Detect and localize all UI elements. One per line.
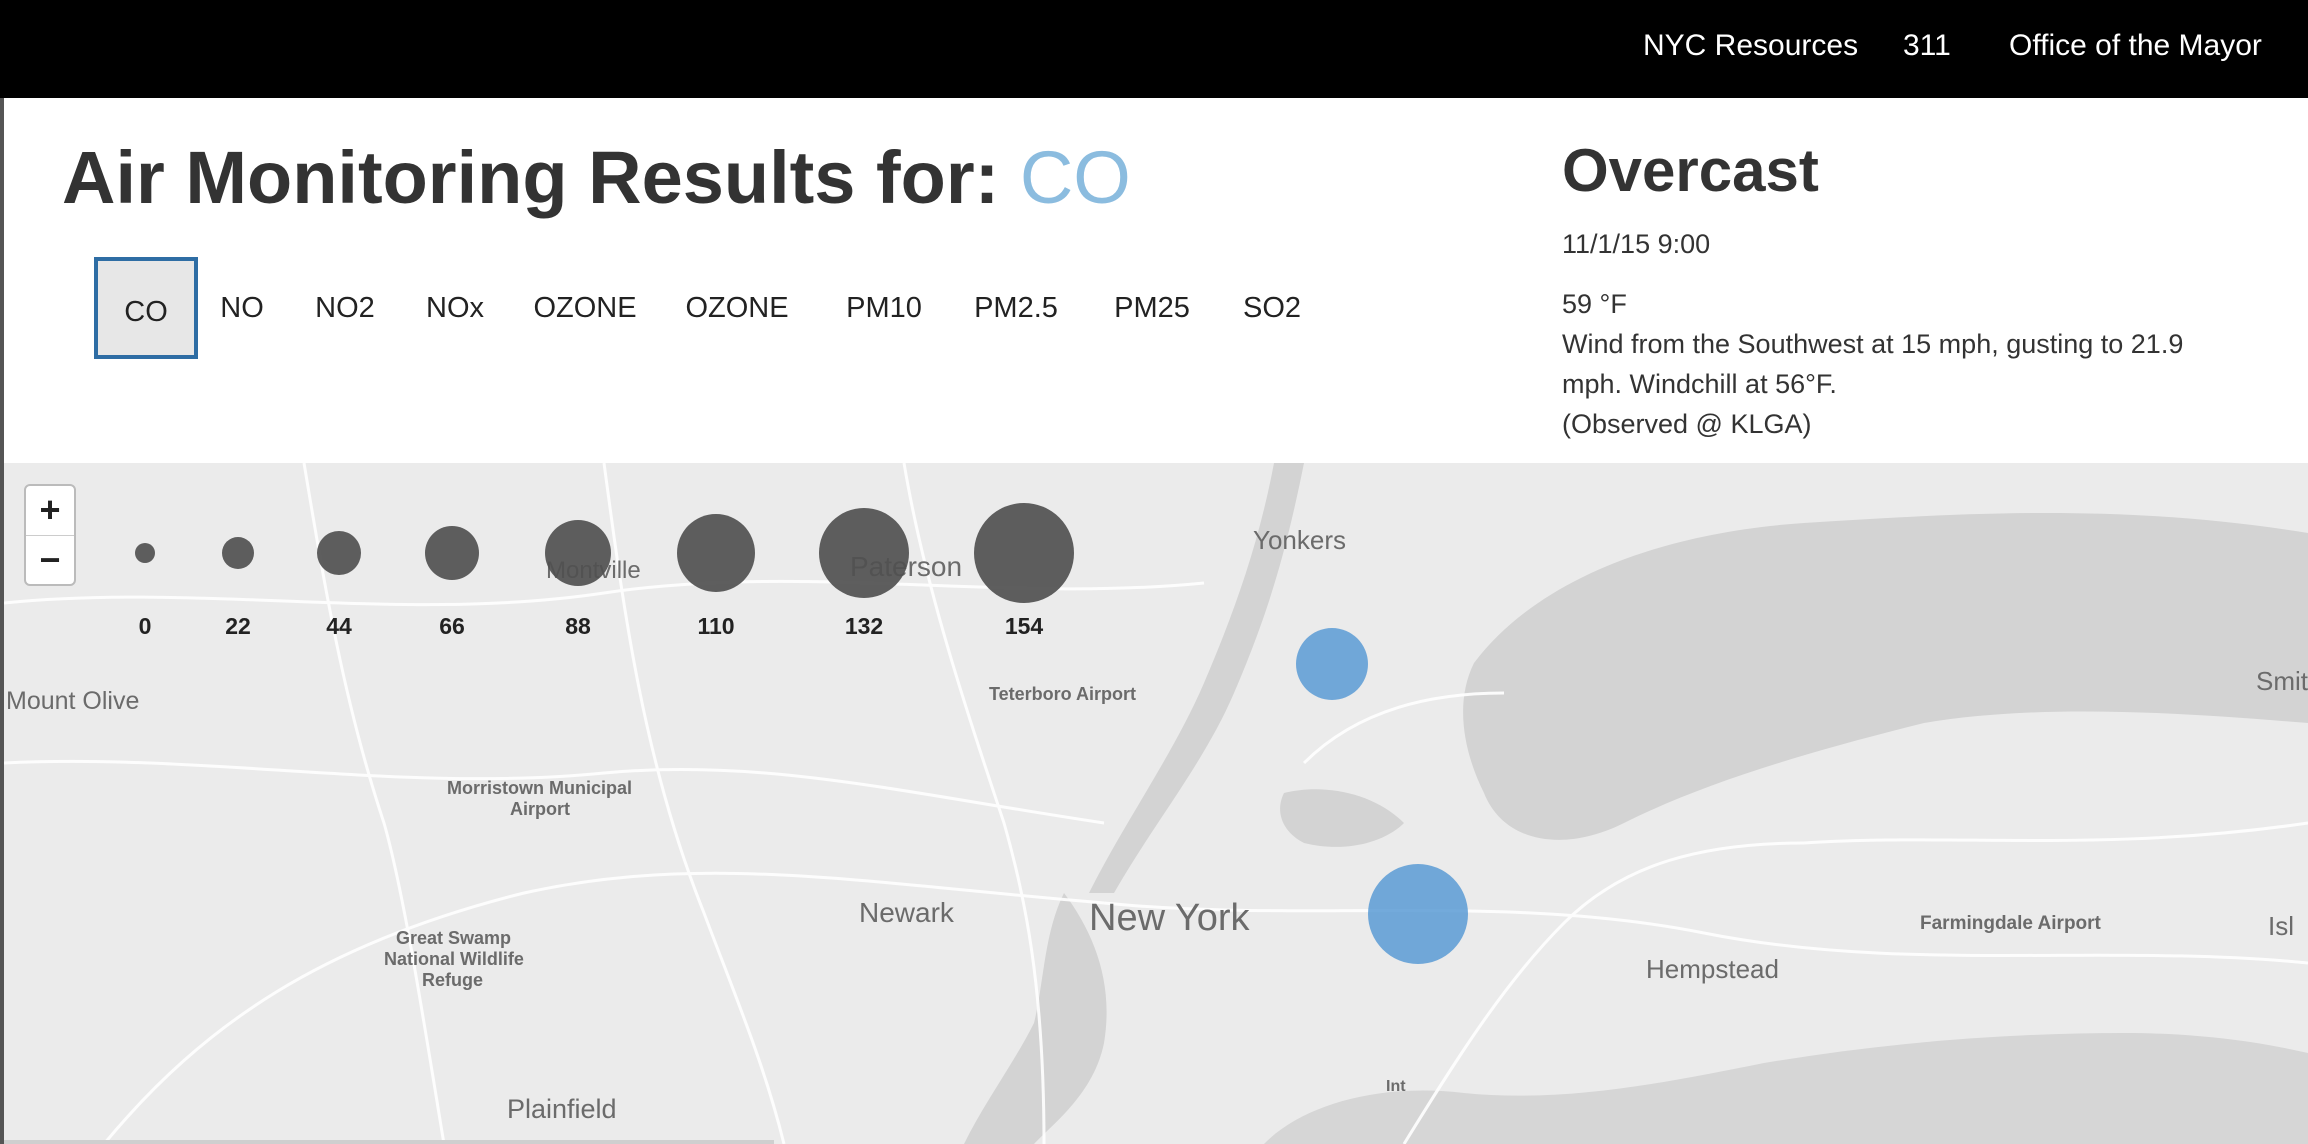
page-title: Air Monitoring Results for: CO [62, 136, 1131, 220]
legend-circle-66 [425, 526, 479, 580]
page-title-prefix: Air Monitoring Results for: [62, 136, 1000, 219]
tab-pm25[interactable]: PM25 [1110, 257, 1194, 359]
map-label-new-york: New York [1089, 897, 1250, 939]
legend-circle-110 [677, 514, 755, 592]
weather-wind-line-2: mph. Windchill at 56°F. [1562, 369, 1837, 399]
nav-link-office-of-the-mayor[interactable]: Office of the Mayor [2009, 28, 2262, 64]
legend-label-132: 132 [844, 613, 884, 639]
zoom-in-button[interactable]: + [26, 486, 74, 536]
tab-co[interactable]: CO [94, 257, 198, 359]
weather-temperature: 59 °F [1562, 289, 1627, 319]
legend-label-88: 88 [565, 613, 591, 639]
air-quality-map[interactable]: Mount Olive Montville Paterson Yonkers T… [4, 463, 2308, 1144]
zoom-out-button[interactable]: − [26, 536, 74, 585]
nav-link-311[interactable]: 311 [1903, 28, 1951, 64]
legend-circle-22 [222, 537, 254, 569]
tab-pm10[interactable]: PM10 [842, 257, 926, 359]
weather-observed-station: (Observed @ KLGA) [1562, 409, 1812, 439]
legend-label-0: 0 [138, 613, 152, 639]
legend-label-22: 22 [225, 613, 251, 639]
map-label-farmingdale-airport: Farmingdale Airport [1920, 913, 2101, 934]
top-navigation-bar: NYC Resources 311 Office of the Mayor [0, 0, 2308, 98]
legend-label-154: 154 [1004, 613, 1044, 639]
tab-pm2-5[interactable]: PM2.5 [972, 257, 1060, 359]
map-label-national-wildlife: National Wildlife [384, 949, 524, 969]
map-label-morristown-airport: Airport [510, 799, 570, 819]
legend-circle-154 [974, 503, 1074, 603]
map-label-hempstead: Hempstead [1646, 954, 1779, 984]
legend-label-44: 44 [326, 613, 352, 639]
weather-datetime: 11/1/15 9:00 [1562, 229, 1711, 259]
legend-circle-88 [545, 520, 611, 586]
tab-ozone[interactable]: OZONE [530, 257, 640, 359]
map-label-teterboro-airport: Teterboro Airport [989, 684, 1136, 704]
tab-no2[interactable]: NO2 [310, 257, 380, 359]
legend-label-66: 66 [439, 613, 465, 639]
map-label-refuge: Refuge [422, 970, 484, 990]
legend-circle-44 [317, 531, 361, 575]
map-label-plainfield: Plainfield [507, 1094, 617, 1124]
map-label-great-swamp: Great Swamp [396, 928, 512, 948]
selected-pollutant: CO [1019, 136, 1131, 219]
legend-label-110: 110 [697, 613, 735, 639]
map-label-morristown-municipal: Morristown Municipal [447, 778, 633, 798]
tab-ozone-2[interactable]: OZONE [682, 257, 792, 359]
monitor-marker-bronx[interactable] [1296, 628, 1368, 700]
tab-nox[interactable]: NOx [420, 257, 490, 359]
weather-wind-line-1: Wind from the Southwest at 15 mph, gusti… [1562, 329, 2184, 359]
nav-link-nyc-resources[interactable]: NYC Resources [1643, 28, 1858, 64]
map-label-yonkers: Yonkers [1253, 525, 1346, 555]
legend-circle-132 [819, 508, 909, 598]
map-label-smithtown-partial: Smit [2256, 666, 2308, 696]
tab-no[interactable]: NO [210, 257, 274, 359]
legend-circle-0 [135, 543, 155, 563]
map-label-newark: Newark [859, 897, 954, 928]
map-label-mount-olive: Mount Olive [6, 687, 140, 715]
map-label-islip-partial: Isl [2268, 911, 2294, 941]
monitor-marker-queens[interactable] [1368, 864, 1468, 964]
tab-so2[interactable]: SO2 [1240, 257, 1304, 359]
zoom-control: + − [24, 484, 76, 586]
weather-condition: Overcast [1562, 137, 1819, 204]
map-label-int-partial: Int [1386, 1078, 1406, 1095]
